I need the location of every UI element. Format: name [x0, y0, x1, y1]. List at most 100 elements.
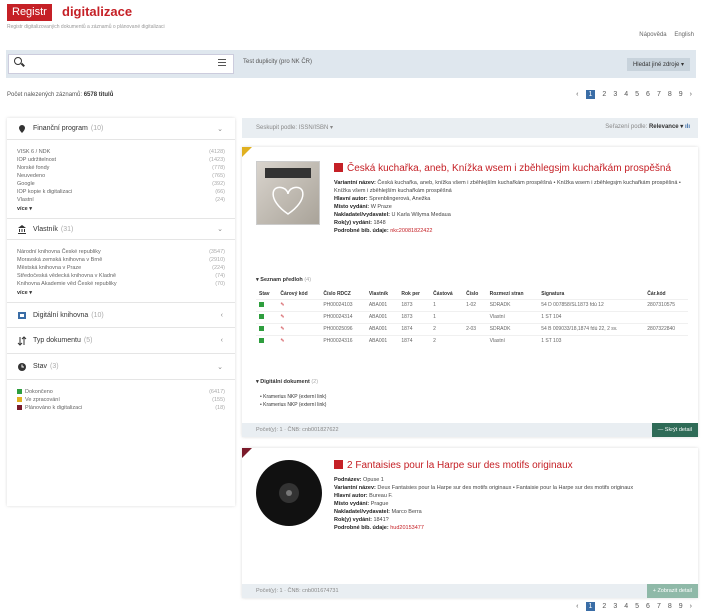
sort-select[interactable]: Seřazení podle: Relevance ▾ ılı: [605, 123, 690, 130]
library-icon: [17, 310, 27, 320]
page-link[interactable]: 4: [624, 91, 628, 98]
result-meta: Podnázev: Opuse 1 Variantní název: Deux …: [334, 477, 634, 531]
page-link[interactable]: 7: [657, 91, 661, 98]
edit-icon: ✎: [280, 314, 285, 320]
facet-vlastnik[interactable]: Vlastník (31) ⌄: [7, 218, 235, 240]
search-input[interactable]: [8, 54, 234, 74]
status-done-icon: [259, 301, 264, 307]
more-link[interactable]: více ▾: [17, 206, 225, 212]
book-icon: [334, 163, 343, 172]
page-link[interactable]: 8: [668, 91, 672, 98]
page-link[interactable]: 3: [613, 603, 617, 610]
next-page-icon[interactable]: ›: [690, 603, 692, 610]
chevron-down-icon: ⌄: [217, 226, 223, 233]
page-link[interactable]: 6: [646, 603, 650, 610]
help-link[interactable]: Nápověda: [639, 32, 666, 38]
items-toggle[interactable]: ▾ Seznam předloh (4): [256, 277, 311, 283]
facet-row[interactable]: Norské fondy (778): [17, 164, 225, 172]
menu-icon[interactable]: [218, 59, 226, 66]
facet-row[interactable]: VISK 6 / NDK (4128): [17, 148, 225, 156]
search-icon[interactable]: [14, 57, 22, 65]
tagline: Registr digitalizovaných dokumentů a záz…: [7, 24, 165, 30]
table-row[interactable]: ✎ PH00025096 ABA001 1874 2 2-03 SDRADK 54 B 009…: [256, 322, 688, 335]
result-title[interactable]: Česká kuchařka, aneb, Knížka wsem i zběh…: [334, 163, 690, 174]
cover-thumbnail[interactable]: [256, 460, 322, 526]
facet-row[interactable]: Středočeská vědecká knihovna v Kladně (74…: [17, 272, 225, 280]
digital-toggle[interactable]: ▾ Digitální dokument (2): [256, 379, 318, 385]
page-link[interactable]: 2: [602, 91, 606, 98]
bib-link[interactable]: hud20153477: [390, 525, 424, 531]
page-link[interactable]: 1: [585, 602, 596, 611]
card-footer: Počet(y): 1 · ČNB: cnb001674731 + Zobraz…: [242, 584, 698, 598]
hide-detail-button[interactable]: — Skrýt detail: [651, 423, 698, 437]
top-links: Nápověda English: [633, 32, 694, 38]
facet-row[interactable]: Plánováno k digitalizaci (18): [17, 404, 225, 412]
sort-bar: Seskupit podle: ISSN/ISBN ▾ Seřazení pod…: [242, 118, 698, 138]
page-link[interactable]: 2: [602, 603, 606, 610]
chevron-down-icon: ⌄: [217, 363, 223, 371]
clock-icon: [17, 362, 27, 372]
results-count: Počet nalezených záznamů: 6578 titulů: [7, 92, 114, 98]
page-link[interactable]: 8: [668, 603, 672, 610]
page-link[interactable]: 7: [657, 603, 661, 610]
facet-digitalni-knihovna[interactable]: Digitální knihovna (10) ‹: [7, 302, 235, 328]
result-card: 2 Fantaisies pour la Harpe sur des motif…: [242, 448, 698, 598]
facet-row[interactable]: Knihovna Akademie věd České republiky (70…: [17, 280, 225, 288]
english-link[interactable]: English: [674, 32, 694, 38]
next-page-icon[interactable]: ›: [690, 91, 692, 98]
result-title[interactable]: 2 Fantaisies pour la Harpe sur des motif…: [334, 460, 690, 471]
page-link[interactable]: 4: [624, 603, 628, 610]
facet-row[interactable]: IOP kopie k digitalizaci (66): [17, 188, 225, 196]
cover-thumbnail[interactable]: [256, 161, 320, 225]
group-by-select[interactable]: Seskupit podle: ISSN/ISBN ▾: [256, 124, 333, 131]
page-link[interactable]: 6: [646, 91, 650, 98]
facet-row[interactable]: Google (392): [17, 180, 225, 188]
pagination-bottom: ‹ 1 2 3 4 5 6 7 8 9 ›: [576, 602, 692, 611]
bib-link[interactable]: nkc20081822422: [390, 228, 432, 234]
prev-page-icon[interactable]: ‹: [576, 603, 578, 610]
table-row[interactable]: ✎ PH00024316 ABA001 1874 2 Vlastní 1 ST 103: [256, 334, 688, 347]
kramerius-link[interactable]: • Kramerius NKP (externí link): [260, 393, 326, 401]
other-sources-button[interactable]: Hledat jiné zdroje ▾: [626, 58, 690, 71]
status-corner-icon: [242, 448, 252, 458]
page-link[interactable]: 1: [585, 90, 596, 99]
duplicity-test-link[interactable]: Test duplicity (pro NK ČR): [243, 59, 312, 65]
page-link[interactable]: 3: [613, 91, 617, 98]
facet-row[interactable]: Ve zpracování (155): [17, 396, 225, 404]
page-link[interactable]: 9: [679, 603, 683, 610]
pagination-top: ‹ 1 2 3 4 5 6 7 8 9 ›: [576, 90, 692, 99]
logo-digitalizace[interactable]: digitalizace: [62, 4, 132, 19]
facet-row[interactable]: IOP udržitelnost (1423): [17, 156, 225, 164]
prev-page-icon[interactable]: ‹: [576, 91, 578, 98]
status-done-icon: [259, 313, 264, 319]
facets-panel: Finanční program (10) ⌄ VISK 6 / NDK (4128…: [7, 118, 235, 506]
facet-row[interactable]: Národní knihovna České republiky (3547): [17, 248, 225, 256]
page-link[interactable]: 9: [679, 91, 683, 98]
kramerius-link[interactable]: • Kramerius NKP (externí link): [260, 401, 326, 409]
chevron-left-icon: ‹: [220, 337, 223, 344]
result-meta: Variantní název: Česká kuchařka, aneb, k…: [334, 180, 681, 234]
more-link[interactable]: více ▾: [17, 290, 225, 296]
table-row[interactable]: ✎ PH00024314 ABA001 1873 1 Vlastní 1 ST 104: [256, 310, 688, 323]
page-link[interactable]: 5: [635, 603, 639, 610]
logo-registr[interactable]: Registr: [7, 4, 52, 21]
facet-row[interactable]: Moravská zemská knihovna v Brně (2910): [17, 256, 225, 264]
facet-financni-program-body: VISK 6 / NDK (4128) IOP udržitelnost (1423…: [7, 140, 235, 218]
facet-financni-program[interactable]: Finanční program (10) ⌄: [7, 118, 235, 140]
facet-row[interactable]: Městská knihovna v Praze (224): [17, 264, 225, 272]
show-detail-button[interactable]: + Zobrazit detail: [646, 584, 698, 598]
facet-typ-dokumentu[interactable]: Typ dokumentu (5) ‹: [7, 328, 235, 354]
chevron-down-icon: ⌄: [217, 125, 223, 133]
facet-vlastnik-body: Národní knihovna České republiky (3547) M…: [7, 240, 235, 302]
status-done-icon: [259, 325, 264, 331]
table-row[interactable]: ✎ PH00024103 ABA001 1873 1 1-02 SDRADK 54 D 007…: [256, 298, 688, 311]
status-planned-icon: [17, 405, 22, 411]
music-score-icon: [334, 460, 343, 469]
chevron-left-icon: ‹: [220, 311, 223, 319]
sort-icon: [17, 335, 27, 346]
facet-row[interactable]: Neuvedeno (765): [17, 172, 225, 180]
page-link[interactable]: 5: [635, 91, 639, 98]
facet-row[interactable]: Vlastní (24): [17, 196, 225, 204]
facet-row[interactable]: Dokončeno (6417): [17, 388, 225, 396]
facet-stav[interactable]: Stav (3) ⌄: [7, 354, 235, 380]
